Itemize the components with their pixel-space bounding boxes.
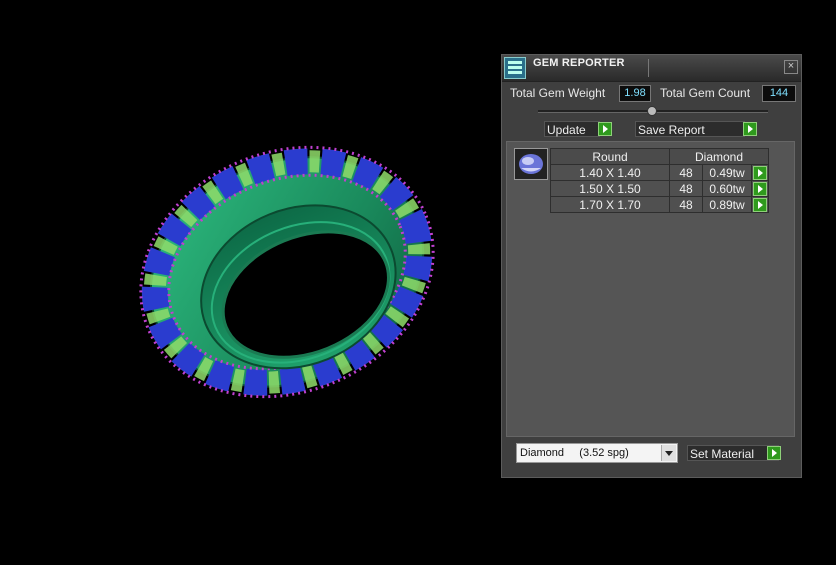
set-material-play-icon[interactable] xyxy=(767,446,781,460)
play-icon[interactable] xyxy=(753,166,767,180)
save-report-play-icon[interactable] xyxy=(743,122,757,136)
gem-list: Round Diamond 1.40 X 1.40 48 0.49tw 1.50… xyxy=(506,141,795,437)
table-row: 1.40 X 1.40 48 0.49tw xyxy=(550,164,769,181)
gem-reporter-panel: GEM REPORTER × Total Gem Weight 1.98 Tot… xyxy=(501,54,802,478)
table-row: 1.50 X 1.50 48 0.60tw xyxy=(550,180,769,197)
play-icon[interactable] xyxy=(753,198,767,212)
update-play-icon[interactable] xyxy=(598,122,612,136)
title-bar[interactable]: GEM REPORTER × xyxy=(502,55,801,82)
size-slider-knob[interactable] xyxy=(647,106,657,116)
gem-weight: 0.89tw xyxy=(702,196,752,213)
window-title: GEM REPORTER xyxy=(533,57,625,69)
row-select-button[interactable] xyxy=(751,196,769,213)
gem-size: 1.50 X 1.50 xyxy=(550,180,670,197)
save-report-button[interactable]: Save Report xyxy=(635,121,745,137)
set-material-button[interactable]: Set Material xyxy=(687,445,779,461)
shape-header: Round xyxy=(550,148,670,165)
ring-model xyxy=(139,145,435,399)
total-gem-count-value: 144 xyxy=(762,85,796,102)
material-selected-value: Diamond (3.52 spg) xyxy=(520,447,629,459)
close-button[interactable]: × xyxy=(784,60,798,74)
total-gem-weight-label: Total Gem Weight xyxy=(510,86,606,100)
gem-size: 1.70 X 1.70 xyxy=(550,196,670,213)
row-select-button[interactable] xyxy=(751,180,769,197)
play-icon[interactable] xyxy=(753,182,767,196)
table-row: 1.70 X 1.70 48 0.89tw xyxy=(550,196,769,213)
gem-count: 48 xyxy=(669,180,703,197)
chevron-down-icon[interactable] xyxy=(661,445,676,461)
gem-weight: 0.60tw xyxy=(702,180,752,197)
update-button[interactable]: Update xyxy=(544,121,600,137)
gem-reporter-app-icon xyxy=(504,57,526,79)
gem-table: Round Diamond 1.40 X 1.40 48 0.49tw 1.50… xyxy=(550,148,769,213)
table-header-row: Round Diamond xyxy=(550,148,769,165)
title-divider xyxy=(648,59,649,77)
material-header: Diamond xyxy=(669,148,769,165)
total-gem-count-label: Total Gem Count xyxy=(660,86,751,100)
gem-weight: 0.49tw xyxy=(702,164,752,181)
3d-viewport[interactable] xyxy=(0,0,500,560)
gem-count: 48 xyxy=(669,196,703,213)
round-gem-icon[interactable] xyxy=(514,148,548,180)
gem-count: 48 xyxy=(669,164,703,181)
material-dropdown[interactable]: Diamond (3.52 spg) xyxy=(516,443,678,463)
gem-size: 1.40 X 1.40 xyxy=(550,164,670,181)
total-gem-weight-value: 1.98 xyxy=(619,85,651,102)
row-select-button[interactable] xyxy=(751,164,769,181)
